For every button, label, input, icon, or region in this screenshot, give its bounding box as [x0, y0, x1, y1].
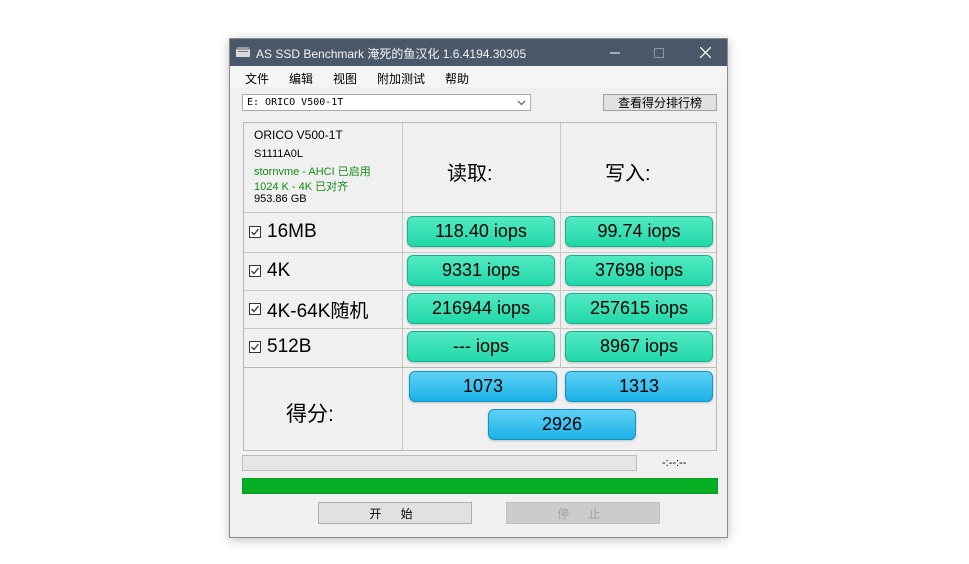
score-write: 1313	[565, 371, 713, 402]
app-window: AS SSD Benchmark 淹死的鱼汉化 1.6.4194.30305 文…	[229, 38, 728, 538]
app-icon	[236, 47, 250, 57]
result-write-16mb: 99.74 iops	[565, 216, 713, 247]
menu-file[interactable]: 文件	[245, 70, 269, 87]
minimize-button[interactable]	[593, 39, 637, 66]
total-progress-bar	[242, 478, 718, 494]
result-write-4k-64k: 257615 iops	[565, 293, 713, 324]
result-read-16mb: 118.40 iops	[407, 216, 555, 247]
result-write-512b: 8967 iops	[565, 331, 713, 362]
test-label: 4K	[267, 260, 291, 281]
test-row-4k-64k[interactable]: 4K-64K随机	[249, 290, 368, 328]
test-row-16mb[interactable]: 16MB	[249, 213, 317, 251]
result-read-512b: --- iops	[407, 331, 555, 362]
test-label: 16MB	[267, 221, 317, 242]
maximize-icon	[654, 47, 664, 58]
divider	[402, 368, 403, 450]
maximize-button[interactable]	[637, 39, 681, 66]
start-button[interactable]: 开 始	[318, 502, 472, 524]
results-panel: ORICO V500-1T S1111A0L stornvme - AHCI 已…	[243, 122, 717, 368]
menu-edit[interactable]: 编辑	[289, 70, 313, 87]
drive-select[interactable]: E: ORICO V500-1T	[242, 94, 531, 111]
close-button[interactable]	[683, 39, 727, 66]
window-title: AS SSD Benchmark 淹死的鱼汉化 1.6.4194.30305	[256, 47, 527, 61]
result-read-4k-64k: 216944 iops	[407, 293, 555, 324]
test-row-4k[interactable]: 4K	[249, 252, 290, 290]
current-progress-bar	[242, 455, 637, 471]
chevron-down-icon	[517, 100, 526, 106]
checkbox-checked-icon[interactable]	[249, 341, 261, 353]
menu-view[interactable]: 视图	[333, 70, 357, 87]
menu-bar: 文件 编辑 视图 附加测试 帮助	[230, 67, 727, 87]
drive-driver: stornvme - AHCI 已启用	[254, 166, 371, 178]
checkbox-checked-icon[interactable]	[249, 265, 261, 277]
drive-firmware: S1111A0L	[254, 148, 303, 160]
checkbox-checked-icon[interactable]	[249, 303, 261, 315]
divider	[402, 123, 403, 367]
view-ranking-button[interactable]: 查看得分排行榜	[603, 94, 717, 111]
drive-select-value: E: ORICO V500-1T	[247, 97, 344, 108]
minimize-icon	[610, 52, 620, 53]
divider	[244, 328, 716, 329]
test-label: 512B	[267, 336, 312, 357]
result-write-4k: 37698 iops	[565, 255, 713, 286]
score-label: 得分:	[286, 403, 334, 426]
divider	[244, 252, 716, 253]
score-read: 1073	[409, 371, 557, 402]
title-bar[interactable]: AS SSD Benchmark 淹死的鱼汉化 1.6.4194.30305	[230, 39, 727, 66]
test-label: 4K-64K随机	[267, 300, 369, 322]
close-icon	[699, 47, 711, 58]
score-total: 2926	[488, 409, 636, 440]
elapsed-time: -:--:--	[662, 457, 687, 469]
test-row-512b[interactable]: 512B	[249, 328, 311, 366]
score-panel: 得分: 1073 1313 2926	[243, 367, 717, 451]
menu-help[interactable]: 帮助	[445, 70, 469, 87]
checkbox-checked-icon[interactable]	[249, 226, 261, 238]
drive-model: ORICO V500-1T	[254, 128, 343, 142]
stop-button[interactable]: 停 止	[506, 502, 660, 524]
result-read-4k: 9331 iops	[407, 255, 555, 286]
read-header: 读取:	[447, 163, 493, 185]
menu-extra-tests[interactable]: 附加测试	[377, 70, 425, 87]
divider	[560, 123, 561, 367]
write-header: 写入:	[605, 163, 651, 185]
drive-capacity: 953.86 GB	[254, 193, 307, 205]
drive-alignment: 1024 K - 4K 已对齐	[254, 181, 349, 193]
